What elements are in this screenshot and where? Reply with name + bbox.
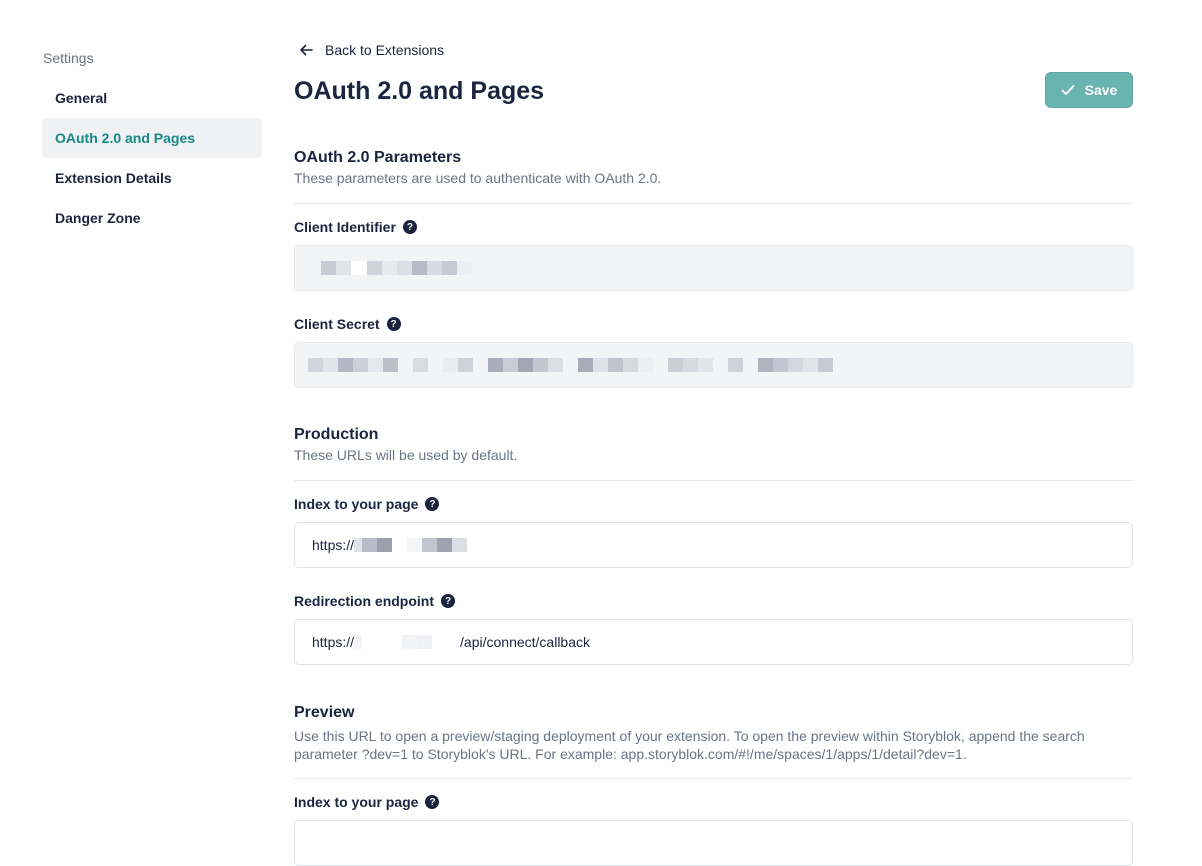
client-id-field[interactable]: [294, 245, 1133, 291]
help-icon[interactable]: ?: [386, 317, 401, 331]
back-to-extensions-link[interactable]: Back to Extensions: [294, 36, 454, 64]
production-index-value: https://: [312, 537, 355, 553]
client-secret-label: Client Secret ?: [294, 315, 1133, 333]
sidebar-nav: General OAuth 2.0 and Pages Extension De…: [42, 78, 262, 238]
preview-index-label-text: Index to your page: [294, 794, 419, 810]
save-button[interactable]: Save: [1045, 72, 1133, 108]
help-icon[interactable]: ?: [425, 497, 440, 511]
help-icon[interactable]: ?: [425, 795, 440, 809]
production-section-description: These URLs will be used by default.: [294, 447, 518, 463]
divider: [294, 203, 1133, 204]
production-section: Production These URLs will be used by de…: [294, 426, 1133, 665]
settings-sidebar: Settings General OAuth 2.0 and Pages Ext…: [42, 44, 262, 238]
sidebar-heading: Settings: [43, 50, 94, 66]
help-icon[interactable]: ?: [402, 220, 417, 234]
production-index-label-text: Index to your page: [294, 496, 419, 512]
sidebar-item-oauth-and-pages[interactable]: OAuth 2.0 and Pages: [42, 118, 262, 158]
divider: [294, 778, 1133, 779]
sidebar-item-extension-details[interactable]: Extension Details: [42, 158, 262, 198]
client-id-label: Client Identifier ?: [294, 218, 1133, 236]
redacted-value: [308, 358, 833, 372]
client-id-label-text: Client Identifier: [294, 219, 396, 235]
oauth-section: OAuth 2.0 Parameters These parameters ar…: [294, 149, 1133, 388]
sidebar-item-danger-zone[interactable]: Danger Zone: [42, 198, 262, 238]
redacted-value: [354, 538, 468, 552]
title-row: OAuth 2.0 and Pages Save: [294, 72, 1133, 128]
client-secret-field[interactable]: [294, 342, 1133, 388]
production-section-title: Production: [294, 426, 379, 443]
client-secret-label-text: Client Secret: [294, 316, 380, 332]
redirect-endpoint-input[interactable]: https:// /api/connect/callback: [294, 619, 1133, 665]
divider: [294, 480, 1133, 481]
back-link-label: Back to Extensions: [325, 42, 445, 58]
check-icon: [1061, 85, 1075, 95]
save-button-label: Save: [1084, 82, 1118, 98]
redacted-value: [321, 261, 472, 275]
oauth-section-title: OAuth 2.0 Parameters: [294, 149, 462, 166]
preview-index-label: Index to your page ?: [294, 793, 1133, 811]
sidebar-item-general[interactable]: General: [42, 78, 262, 118]
preview-section-description: Use this URL to open a preview/staging d…: [294, 728, 1085, 762]
help-icon[interactable]: ?: [441, 594, 455, 608]
production-index-label: Index to your page ?: [294, 495, 1133, 513]
arrow-left-icon: [300, 44, 313, 56]
page-title: OAuth 2.0 and Pages: [294, 77, 545, 105]
main-content: Back to Extensions OAuth 2.0 and Pages S…: [294, 36, 1133, 866]
production-index-input[interactable]: https://: [294, 522, 1133, 568]
redirect-endpoint-suffix: /api/connect/callback: [460, 634, 590, 650]
redirect-endpoint-label: Redirection endpoint ?: [294, 592, 1133, 610]
redacted-value: [354, 635, 461, 649]
preview-index-input[interactable]: [294, 820, 1133, 866]
oauth-section-description: These parameters are used to authenticat…: [294, 170, 662, 186]
preview-section-title: Preview: [294, 704, 355, 721]
redirect-endpoint-label-text: Redirection endpoint: [294, 593, 434, 609]
preview-section: Preview Use this URL to open a preview/s…: [294, 704, 1133, 866]
redirect-endpoint-prefix: https://: [312, 634, 355, 650]
